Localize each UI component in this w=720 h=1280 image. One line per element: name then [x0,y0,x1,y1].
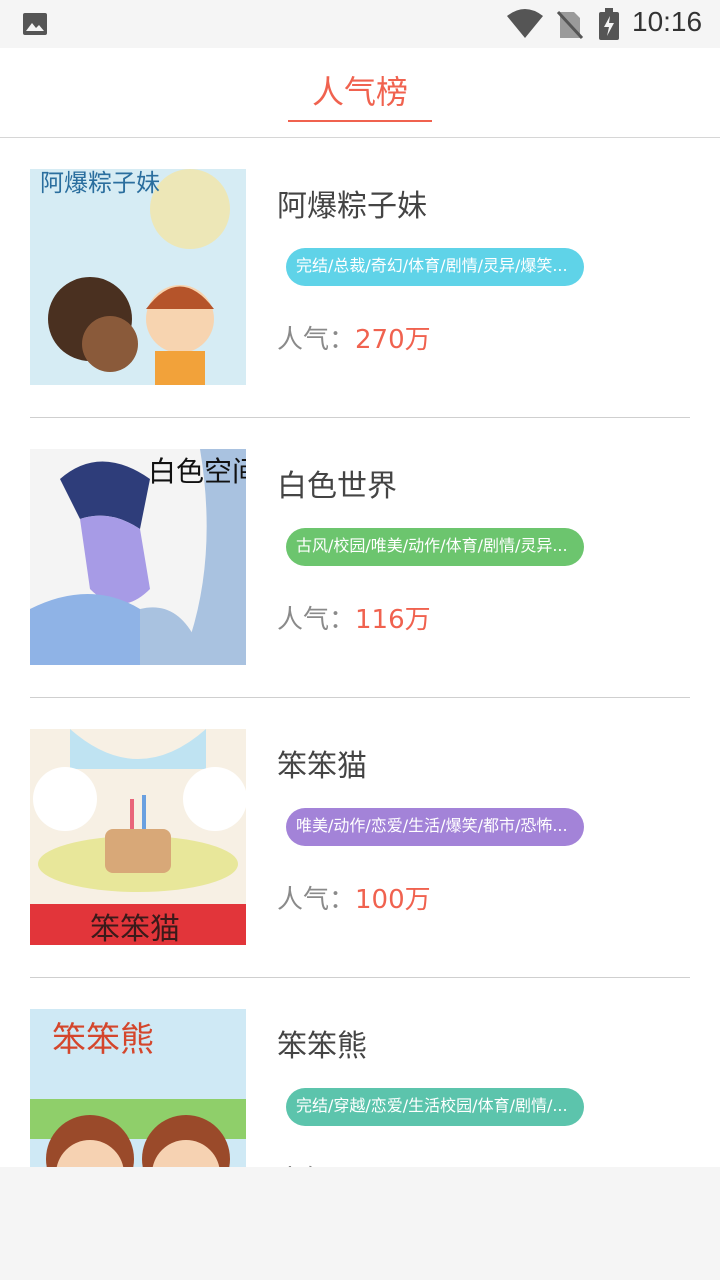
genre-tags: 唯美/动作/恋爱/生活/爆笑/都市/恐怖... [286,808,584,846]
comic-cover[interactable]: 阿爆粽子妹 [30,169,246,385]
popularity: 人气：116万 [277,599,431,636]
cover-title-text: 阿爆粽子妹 [40,169,160,197]
comic-cover[interactable]: 笨笨熊 [30,1009,246,1167]
comic-cover[interactable]: 笨笨猫 [30,729,246,945]
tab-popularity-ranking[interactable]: 人气榜 [288,70,432,122]
cover-title-text: 笨笨猫 [90,912,180,945]
popularity: 人气： [277,1159,355,1167]
genre-tags: 完结/穿越/恋爱/生活校园/体育/剧情/... [286,1088,584,1126]
list-item[interactable]: 白色空间 白色世界 古风/校园/唯美/动作/体育/剧情/灵异... 人气：116… [0,419,720,699]
cover-title-text: 笨笨熊 [52,1020,154,1060]
wifi-icon [506,8,544,40]
clock-time: 10:16 [632,6,703,37]
no-sim-icon [556,10,584,40]
cover-title-text: 白色空间 [148,455,246,488]
popularity: 人气：270万 [277,319,431,356]
popularity-label: 人气： [277,605,356,635]
comic-title: 阿爆粽子妹 [277,189,427,224]
comic-list: 阿爆粽子妹 阿爆粽子妹 完结/总裁/奇幻/体育/剧情/灵异/爆笑... 人气：2… [0,139,720,1167]
battery-charging-icon [598,8,620,40]
popularity-label: 人气： [277,325,356,355]
header: 人气榜 [0,48,720,138]
comic-title: 笨笨猫 [277,749,367,784]
bottom-panel [0,1167,720,1280]
genre-tags: 古风/校园/唯美/动作/体育/剧情/灵异... [286,528,584,566]
list-item[interactable]: 笨笨猫 笨笨猫 唯美/动作/恋爱/生活/爆笑/都市/恐怖... 人气：100万 [0,699,720,979]
image-icon [22,12,48,36]
popularity: 人气：100万 [277,879,431,916]
genre-tags: 完结/总裁/奇幻/体育/剧情/灵异/爆笑... [286,248,584,286]
comic-title: 白色世界 [277,469,397,504]
popularity-value: 116万 [355,605,431,635]
popularity-value: 270万 [355,325,431,355]
status-bar: 10:16 [0,0,720,48]
divider [30,697,690,698]
popularity-value: 100万 [355,885,431,915]
popularity-label: 人气： [277,885,356,915]
comic-title: 笨笨熊 [277,1029,367,1064]
list-item[interactable]: 阿爆粽子妹 阿爆粽子妹 完结/总裁/奇幻/体育/剧情/灵异/爆笑... 人气：2… [0,139,720,419]
list-item[interactable]: 笨笨熊 笨笨熊 完结/穿越/恋爱/生活校园/体育/剧情/... 人气： [0,979,720,1167]
comic-cover[interactable]: 白色空间 [30,449,246,665]
divider [30,977,690,978]
divider [30,417,690,418]
